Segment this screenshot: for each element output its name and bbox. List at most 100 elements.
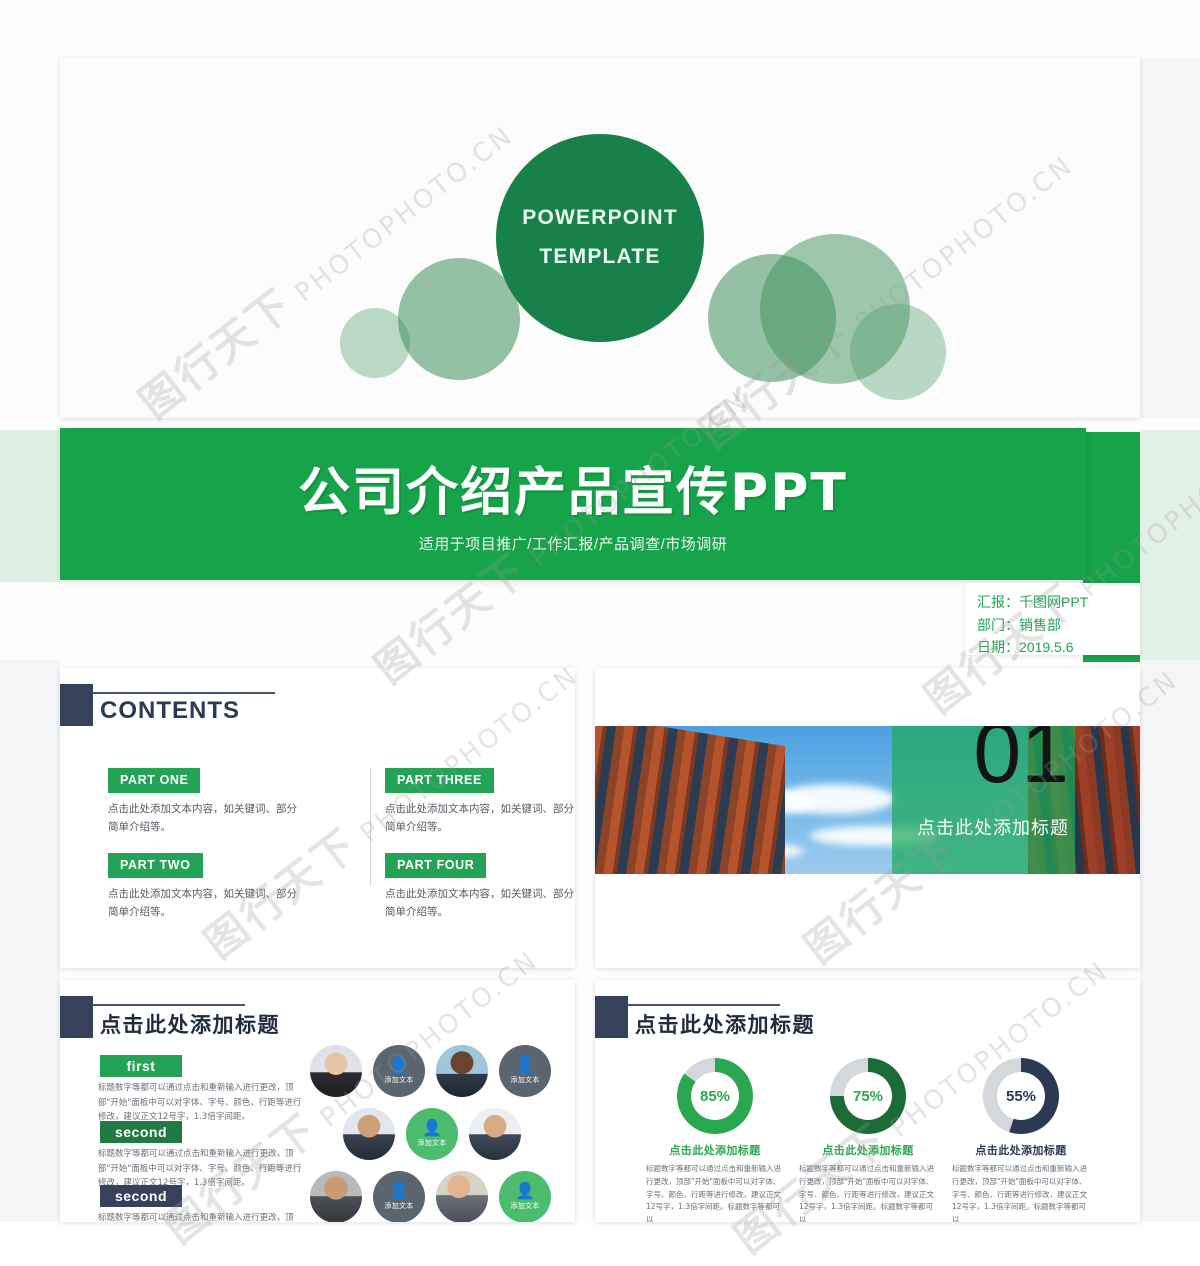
chart-slide: 点击此处添加标题 85% 点击此处添加标题 标题数字等都可以通过点击和重新输入进… bbox=[595, 980, 1140, 1222]
donut-body-3: 标题数字等都可以通过点击和重新输入进行更改，顶部"开始"面板中可以对字体、字号、… bbox=[952, 1164, 1087, 1222]
avatar-placeholder-1[interactable]: 👤 添加文本 bbox=[373, 1045, 425, 1097]
cover-logo-circle: POWERPOINT TEMPLATE bbox=[496, 134, 704, 342]
person-icon: 👤 bbox=[515, 1056, 535, 1074]
part-two-tag[interactable]: PART TWO bbox=[108, 853, 203, 878]
header-accent-block bbox=[60, 684, 93, 726]
part-two-body: 点击此处添加文本内容，如关键词、部分简单介绍等。 bbox=[108, 888, 297, 919]
avatar-image bbox=[310, 1045, 362, 1097]
info-date: 日期：2019.5.6 bbox=[977, 639, 1074, 656]
team-item-body-first: 标题数字等都可以通过点击和重新输入进行更改，顶部"开始"面板中可以对字体、字号、… bbox=[98, 1083, 302, 1123]
donut-ring-1: 85% bbox=[677, 1058, 753, 1134]
contents-part-two[interactable]: PART TWO 点击此处添加文本内容，如关键词、部分简单介绍等。 bbox=[108, 853, 303, 922]
ghost-strip-left bbox=[0, 660, 60, 1222]
info-reporter: 汇报：千图网PPT bbox=[977, 594, 1089, 610]
avatar-photo-1[interactable] bbox=[310, 1045, 362, 1097]
donut-ring-3: 55% bbox=[983, 1058, 1059, 1134]
team-item-tag-first[interactable]: first bbox=[100, 1055, 182, 1077]
section-caption: 点击此处添加标题 bbox=[917, 818, 1069, 839]
section-photo: 01 点击此处添加标题 bbox=[595, 726, 1140, 874]
ghost-strip-right bbox=[1140, 660, 1200, 1222]
contents-slide: CONTENTS PART ONE 点击此处添加文本内容，如关键词、部分简单介绍… bbox=[60, 668, 575, 968]
chart-heading: 点击此处添加标题 bbox=[635, 1013, 815, 1037]
contents-divider bbox=[370, 768, 371, 886]
cover-title-line1: POWERPOINT bbox=[522, 206, 678, 230]
avatar-label: 添加文本 bbox=[510, 1075, 540, 1084]
donut-value-3: 55% bbox=[997, 1072, 1045, 1120]
part-three-body: 点击此处添加文本内容，如关键词、部分简单介绍等。 bbox=[385, 803, 574, 834]
title-slide: 公司介绍产品宣传PPT 适用于项目推广/工作汇报/产品调查/市场调研 汇报：千图… bbox=[60, 428, 1140, 663]
avatar-photo-6[interactable] bbox=[436, 1171, 488, 1222]
header-rule bbox=[628, 1004, 780, 1006]
page-canvas: POWERPOINT TEMPLATE 公司介绍产品宣传PPT 适用于项目推广/… bbox=[0, 0, 1200, 1263]
part-three-tag[interactable]: PART THREE bbox=[385, 768, 494, 793]
person-icon: 👤 bbox=[389, 1056, 409, 1074]
person-icon: 👤 bbox=[515, 1182, 535, 1200]
avatar-placeholder-3[interactable]: 👤 添加文本 bbox=[373, 1171, 425, 1222]
cover-slide: POWERPOINT TEMPLATE bbox=[60, 58, 1140, 418]
team-item-body-third: 标题数字等都可以通过点击和重新输入进行更改，顶部"开始"面板中可以对字体、字号、… bbox=[98, 1213, 294, 1222]
contents-part-one[interactable]: PART ONE 点击此处添加文本内容，如关键词、部分简单介绍等。 bbox=[108, 768, 303, 837]
avatar-photo-5[interactable] bbox=[310, 1171, 362, 1222]
donut-label-3: 点击此处添加标题 bbox=[975, 1144, 1067, 1157]
team-header: 点击此处添加标题 bbox=[60, 996, 290, 1038]
donut-chart-1: 85% 点击此处添加标题 标题数字等都可以通过点击和重新输入进行更改，顶部"开始… bbox=[640, 1058, 790, 1222]
avatar-image bbox=[436, 1045, 488, 1097]
avatar-placeholder-2[interactable]: 👤 添加文本 bbox=[499, 1045, 551, 1097]
page-subtitle: 适用于项目推广/工作汇报/产品调查/市场调研 bbox=[418, 536, 728, 553]
section-number: 01 bbox=[973, 726, 1069, 801]
report-info-box: 汇报：千图网PPT 部门：销售部 日期：2019.5.6 bbox=[965, 583, 1140, 655]
avatar-label: 添加文本 bbox=[384, 1075, 414, 1084]
donut-body-1: 标题数字等都可以通过点击和重新输入进行更改，顶部"开始"面板中可以对字体、字号、… bbox=[646, 1164, 781, 1222]
donut-value-2: 75% bbox=[844, 1072, 892, 1120]
chart-header: 点击此处添加标题 bbox=[595, 996, 825, 1038]
team-heading: 点击此处添加标题 bbox=[100, 1013, 280, 1037]
avatar-image bbox=[469, 1108, 521, 1160]
banner-bleed-left bbox=[0, 430, 60, 582]
team-item-tag-second[interactable]: second bbox=[100, 1121, 182, 1143]
part-four-body: 点击此处添加文本内容，如关键词、部分简单介绍等。 bbox=[385, 888, 574, 919]
avatar-label: 添加文本 bbox=[417, 1138, 447, 1147]
avatar-photo-3[interactable] bbox=[343, 1108, 395, 1160]
part-one-tag[interactable]: PART ONE bbox=[108, 768, 201, 793]
info-department: 部门：销售部 bbox=[977, 616, 1061, 633]
donut-chart-3: 55% 点击此处添加标题 标题数字等都可以通过点击和重新输入进行更改，顶部"开始… bbox=[946, 1058, 1096, 1222]
avatar-placeholder-highlight[interactable]: 👤 添加文本 bbox=[406, 1108, 458, 1160]
team-item-tag-third[interactable]: second bbox=[100, 1185, 182, 1207]
contents-heading: CONTENTS bbox=[100, 697, 240, 724]
header-rule bbox=[93, 1004, 245, 1006]
avatar-label: 添加文本 bbox=[384, 1201, 414, 1210]
avatar-photo-4[interactable] bbox=[469, 1108, 521, 1160]
donut-chart-2: 75% 点击此处添加标题 标题数字等都可以通过点击和重新输入进行更改，顶部"开始… bbox=[793, 1058, 943, 1222]
avatar-image bbox=[310, 1171, 362, 1222]
avatar-image bbox=[343, 1108, 395, 1160]
decor-bubble-1 bbox=[708, 254, 836, 382]
ghost-strip-right-top bbox=[1140, 58, 1200, 418]
contents-part-four[interactable]: PART FOUR 点击此处添加文本内容，如关键词、部分简单介绍等。 bbox=[385, 853, 580, 922]
donut-ring-2: 75% bbox=[830, 1058, 906, 1134]
donut-body-2: 标题数字等都可以通过点击和重新输入进行更改，顶部"开始"面板中可以对字体、字号、… bbox=[799, 1164, 934, 1222]
decor-bubble-4 bbox=[398, 258, 520, 380]
header-accent-block bbox=[60, 996, 93, 1038]
donut-label-2: 点击此处添加标题 bbox=[822, 1144, 914, 1157]
person-icon: 👤 bbox=[422, 1119, 442, 1137]
contents-part-three[interactable]: PART THREE 点击此处添加文本内容，如关键词、部分简单介绍等。 bbox=[385, 768, 580, 837]
part-four-tag[interactable]: PART FOUR bbox=[385, 853, 487, 878]
page-title: 公司介绍产品宣传PPT bbox=[298, 463, 848, 523]
avatar-image bbox=[436, 1171, 488, 1222]
building-left bbox=[595, 726, 785, 874]
section-divider-slide: 01 点击此处添加标题 bbox=[595, 668, 1140, 968]
donut-label-1: 点击此处添加标题 bbox=[669, 1144, 761, 1157]
donut-value-1: 85% bbox=[691, 1072, 739, 1120]
header-rule bbox=[93, 692, 275, 694]
avatar-label: 添加文本 bbox=[510, 1201, 540, 1210]
banner-bleed-right-ghost bbox=[1140, 430, 1200, 660]
avatar-photo-2[interactable] bbox=[436, 1045, 488, 1097]
header-accent-block bbox=[595, 996, 628, 1038]
part-one-body: 点击此处添加文本内容，如关键词、部分简单介绍等。 bbox=[108, 803, 297, 834]
cover-title-line2: TEMPLATE bbox=[539, 245, 661, 268]
team-slide: 点击此处添加标题 first 标题数字等都可以通过点击和重新输入进行更改，顶部"… bbox=[60, 980, 575, 1222]
contents-header: CONTENTS bbox=[60, 684, 290, 726]
avatar-placeholder-4[interactable]: 👤 添加文本 bbox=[499, 1171, 551, 1222]
title-banner: 公司介绍产品宣传PPT 适用于项目推广/工作汇报/产品调查/市场调研 bbox=[60, 428, 1086, 580]
section-overlay-panel: 01 点击此处添加标题 bbox=[892, 726, 1075, 874]
